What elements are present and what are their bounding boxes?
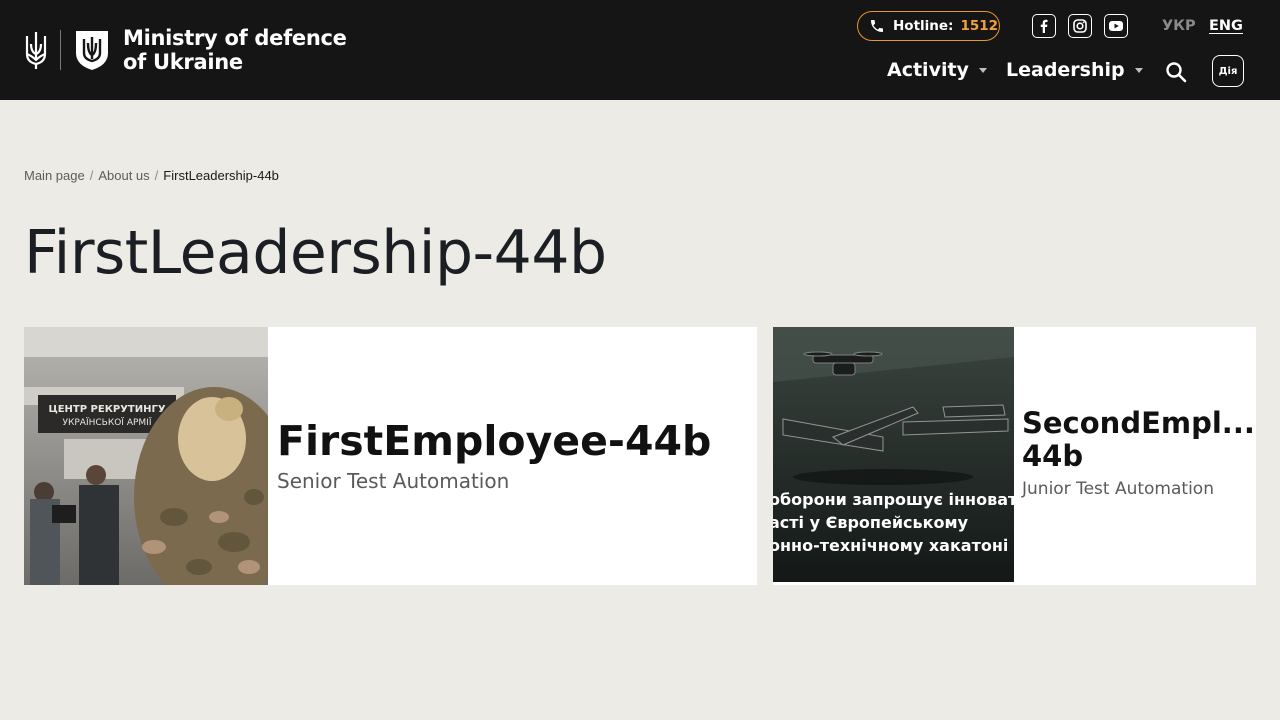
lang-eng-link[interactable]: ENG [1209,18,1243,34]
breadcrumb-main-page[interactable]: Main page [24,168,85,183]
nav-leadership-label: Leadership [1006,59,1125,81]
logo-text: Ministry of defence of Ukraine [123,26,347,74]
instagram-icon [1073,19,1087,33]
lang-ukr-link[interactable]: УКР [1162,18,1196,34]
youtube-link[interactable] [1104,14,1128,38]
logo-text-line1: Ministry of defence [123,26,347,50]
employee-name[interactable]: FirstEmployee-44b [277,417,747,465]
employee-role: Junior Test Automation [1022,479,1214,499]
photo-caption-line2: асті у Європейському [773,513,969,532]
nav-activity[interactable]: Activity [887,59,987,81]
site-header: Ministry of defence of Ukraine Hotline: … [0,0,1280,100]
phone-icon [871,20,883,32]
page-title: FirstLeadership-44b [24,218,607,288]
employee-photo: оборони запрошує інновато асті у Європей… [773,327,1014,582]
employee-name-line2: 44b [1022,439,1084,473]
photo-sign-line2: УКРАЇНСЬКОЇ АРМІЇ [63,417,152,428]
hotline-number: 1512 [960,18,999,34]
employee-info: FirstEmployee-44b Senior Test Automation [277,417,747,493]
nav-activity-label: Activity [887,59,969,81]
facebook-link[interactable] [1032,14,1056,38]
breadcrumb: Main page / About us / FirstLeadership-4… [24,168,279,183]
search-icon[interactable] [1164,60,1188,84]
hotline-label: Hotline: [893,18,954,34]
ministry-logo[interactable]: Ministry of defence of Ukraine [24,26,347,74]
nav-leadership[interactable]: Leadership [1006,59,1143,81]
breadcrumb-separator: / [89,168,94,183]
breadcrumb-current: FirstLeadership-44b [163,168,279,183]
employee-photo: ЦЕНТР РЕКРУТИНГУ УКРАЇНСЬКОЇ АРМІЇ [24,327,268,585]
caret-down-icon [1134,67,1143,73]
employee-info: SecondEmpl... 44b Junior Test Automation [1022,406,1255,500]
breadcrumb-about-us[interactable]: About us [98,168,149,183]
shield-icon [76,31,108,70]
photo-sign-line1: ЦЕНТР РЕКРУТИНГУ [48,404,165,415]
employee-name-line1: SecondEmpl... [1022,406,1255,440]
diia-button[interactable]: Дія [1212,55,1244,87]
facebook-icon [1040,19,1048,33]
youtube-icon [1109,21,1123,31]
photo-caption-line3: онно-технічному хакатоні [773,536,1008,555]
instagram-link[interactable] [1068,14,1092,38]
diia-label: Дія [1218,65,1238,77]
logo-text-line2: of Ukraine [123,50,243,74]
hotline-button[interactable]: Hotline: 1512 [857,11,1000,41]
employee-role: Senior Test Automation [277,469,510,493]
employee-name[interactable]: SecondEmpl... 44b [1022,406,1255,473]
photo-caption-line1: оборони запрошує інновато [773,490,1014,509]
employee-card[interactable]: оборони запрошує інновато асті у Європей… [773,327,1256,585]
breadcrumb-separator: / [154,168,159,183]
employee-card[interactable]: ЦЕНТР РЕКРУТИНГУ УКРАЇНСЬКОЇ АРМІЇ First… [24,327,757,585]
trident-icon [25,32,47,69]
logo-divider [60,30,61,70]
caret-down-icon [978,67,987,73]
